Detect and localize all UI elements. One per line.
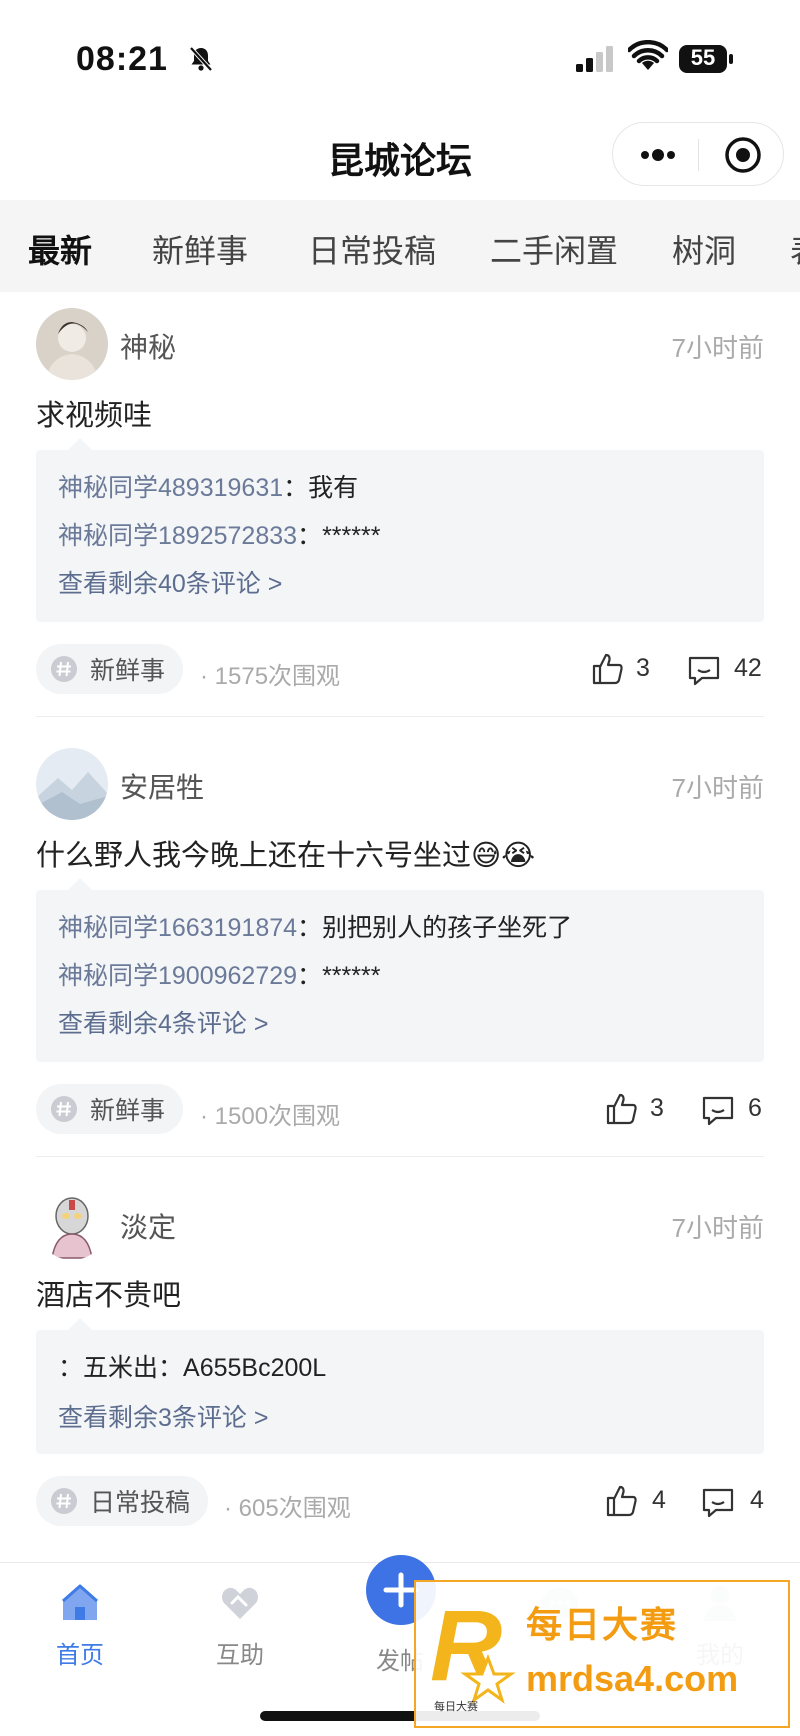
comment-line: 神秘同学1663191874：别把别人的孩子坐死了: [58, 908, 572, 944]
tab-daily-posts[interactable]: 日常投稿: [308, 226, 436, 272]
bottom-tab-label: 互助: [216, 1642, 264, 1669]
comment-count: 6: [748, 1094, 762, 1122]
battery-icon: 55: [678, 44, 734, 74]
watermark-url: mrdsa4.com: [526, 1658, 739, 1699]
hash-icon: [51, 1096, 77, 1122]
watermark-title: 每日大赛: [526, 1604, 679, 1645]
comment-notch: [68, 878, 92, 890]
tab-fresh-news[interactable]: 新鲜事: [152, 226, 248, 272]
cellular-signal-icon: [576, 46, 613, 72]
battery-level: 55: [690, 45, 716, 70]
category-tabs: 最新 新鲜事 日常投稿 二手闲置 树洞 表: [0, 200, 800, 292]
miniprogram-capsule: [612, 122, 784, 186]
comment-icon[interactable]: [700, 1486, 736, 1520]
tab-latest[interactable]: 最新: [28, 226, 92, 272]
topic-tag[interactable]: 新鲜事: [36, 1084, 184, 1134]
view-count: · 1575次围观: [200, 663, 341, 690]
commenter-name[interactable]: 神秘同学1663191874: [58, 914, 297, 942]
comment-notch: [68, 1318, 92, 1330]
comment-text: 别把别人的孩子坐死了: [322, 914, 573, 942]
comment-preview[interactable]: 神秘同学1663191874：别把别人的孩子坐死了 神秘同学1900962729…: [36, 878, 764, 1062]
comment-preview[interactable]: ：五米出：A655Bc200L 查看剩余3条评论 >: [36, 1318, 764, 1454]
post-time: 7小时前: [671, 1213, 764, 1243]
tab-next-partial[interactable]: 表: [790, 226, 800, 272]
tag-label: 新鲜事: [90, 657, 166, 685]
comment-text: ******: [322, 522, 381, 550]
comment-sep: ：: [297, 914, 323, 942]
comment-text: 五米出：A655Bc200L: [83, 1354, 327, 1382]
commenter-name[interactable]: 神秘同学489319631: [58, 474, 283, 502]
comment-count: 42: [734, 654, 762, 682]
capsule-divider: [698, 139, 699, 171]
nav-bar: 昆城论坛: [0, 110, 800, 200]
post-time: 7小时前: [671, 773, 764, 803]
tag-label: 新鲜事: [90, 1097, 166, 1125]
handshake-icon: [222, 1587, 258, 1619]
view-more-comments-link[interactable]: 查看剩余40条评论 >: [58, 564, 282, 600]
topic-tag[interactable]: 新鲜事: [36, 644, 184, 694]
comment-sep: ：: [297, 522, 323, 550]
hash-icon: [51, 656, 77, 682]
view-more-comments-link[interactable]: 查看剩余4条评论 >: [58, 1004, 268, 1040]
like-count: 4: [652, 1486, 666, 1514]
thumbs-up-icon[interactable]: [604, 1092, 640, 1126]
author-name[interactable]: 神秘: [120, 326, 176, 366]
comment-text: ******: [322, 962, 381, 990]
home-icon: [62, 1584, 98, 1620]
post-content[interactable]: 酒店不贵吧: [36, 1272, 181, 1314]
comment-line: ：五米出：A655Bc200L: [58, 1348, 326, 1384]
comment-line: 神秘同学1892572833：******: [58, 516, 380, 552]
author-name[interactable]: 淡定: [120, 1206, 176, 1246]
watermark-banner: R 每日大赛 每日大赛 mrdsa4.com: [414, 1580, 790, 1728]
bottom-tab-label: 首页: [56, 1642, 104, 1669]
thumbs-up-icon[interactable]: [604, 1484, 640, 1518]
comment-notch: [68, 438, 92, 450]
view-more-comments-link[interactable]: 查看剩余3条评论 >: [58, 1398, 268, 1434]
commenter-name[interactable]: 神秘同学1892572833: [58, 522, 297, 550]
post-time: 7小时前: [671, 333, 764, 363]
comment-line: 神秘同学1900962729：******: [58, 956, 380, 992]
commenter-name[interactable]: 神秘同学1900962729: [58, 962, 297, 990]
tag-label: 日常投稿: [90, 1489, 191, 1517]
status-time: 08:21: [76, 40, 168, 78]
tab-tree-hole[interactable]: 树洞: [672, 226, 736, 272]
like-count: 3: [650, 1094, 664, 1122]
status-bar: 08:21 55: [0, 0, 800, 110]
view-count: · 605次围观: [224, 1495, 351, 1522]
avatar[interactable]: [36, 748, 108, 820]
close-target-icon[interactable]: [723, 135, 763, 175]
bottom-tab-home[interactable]: 首页: [20, 1581, 140, 1670]
author-name[interactable]: 安居牲: [120, 766, 204, 806]
like-count: 3: [636, 654, 650, 682]
more-icon[interactable]: [633, 137, 683, 173]
hash-icon: [51, 1488, 77, 1514]
wifi-icon: [628, 40, 668, 70]
comment-sep: ：: [58, 1354, 84, 1382]
bottom-tab-help[interactable]: 互助: [180, 1581, 300, 1670]
comment-preview[interactable]: 神秘同学489319631：我有 神秘同学1892572833：****** 查…: [36, 438, 764, 622]
view-count: · 1500次围观: [200, 1103, 341, 1130]
watermark-small-text: 每日大赛: [434, 1699, 478, 1713]
mute-bell-icon: [189, 46, 213, 72]
comment-sep: ：: [283, 474, 309, 502]
post-divider: [36, 1156, 764, 1157]
avatar[interactable]: [36, 308, 108, 380]
comment-sep: ：: [297, 962, 323, 990]
comment-icon[interactable]: [700, 1094, 736, 1128]
watermark-logo-icon: R 每日大赛: [430, 1590, 516, 1713]
comment-icon[interactable]: [686, 654, 722, 688]
thumbs-up-icon[interactable]: [590, 652, 626, 686]
topic-tag[interactable]: 日常投稿: [36, 1476, 209, 1526]
comment-line: 神秘同学489319631：我有: [58, 468, 358, 504]
comment-text: 我有: [308, 474, 359, 502]
avatar[interactable]: [36, 1188, 108, 1260]
post-content[interactable]: 求视频哇: [36, 392, 152, 434]
post-content[interactable]: 什么野人我今晚上还在十六号坐过😅😭: [36, 832, 535, 874]
comment-count: 4: [750, 1486, 764, 1514]
post-divider: [36, 716, 764, 717]
tab-second-hand[interactable]: 二手闲置: [490, 226, 618, 272]
